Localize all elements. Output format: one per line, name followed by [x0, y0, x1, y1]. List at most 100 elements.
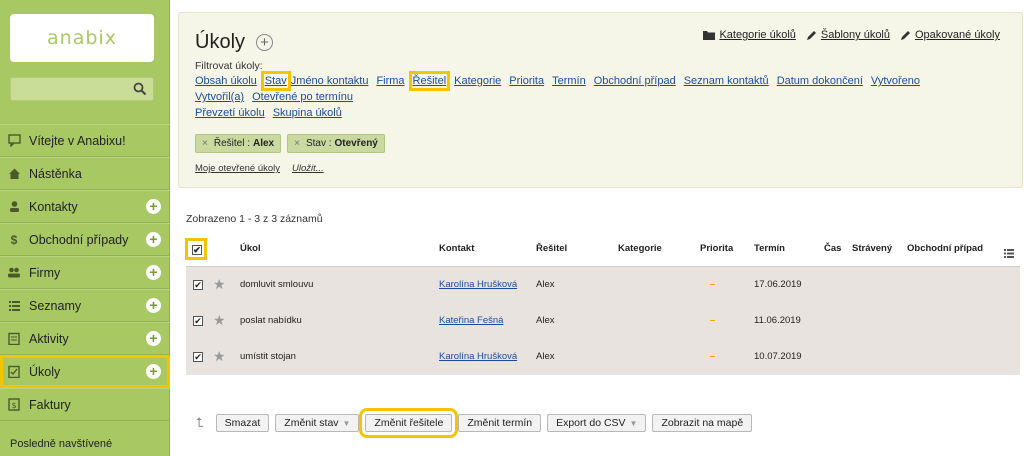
logo[interactable]: anabix: [10, 14, 154, 62]
change-due-date-button[interactable]: Změnit termín: [458, 414, 542, 432]
contact-link[interactable]: Kateřina Fešná: [439, 315, 503, 326]
chevron-down-icon: ▼: [629, 418, 638, 428]
table-row[interactable]: ✔ ★ umístit stojan Karolína Hrušková Ale…: [186, 339, 1020, 375]
change-status-button[interactable]: Změnit stav ▼: [275, 414, 360, 432]
table-row[interactable]: ✔ ★ domluvit smlouvu Karolína Hrušková A…: [186, 267, 1020, 303]
change-assignee-button[interactable]: Změnit řešitele: [359, 408, 459, 438]
saved-filter-link[interactable]: Moje otevřené úkoly: [195, 163, 280, 174]
delete-button[interactable]: Smazat: [215, 414, 270, 432]
filter-deal[interactable]: Obchodní případ: [594, 75, 676, 87]
star-icon[interactable]: ★: [213, 312, 226, 329]
priority-indicator: –: [710, 279, 716, 290]
change-status-label: Změnit stav: [284, 417, 339, 429]
column-settings-icon[interactable]: [1004, 249, 1014, 258]
sidebar-item-invoices[interactable]: $ Faktury: [0, 388, 170, 421]
task-name[interactable]: umístit stojan: [240, 351, 296, 362]
filter-created-by[interactable]: Vytvořil(a): [195, 91, 244, 103]
sidebar-item-activities[interactable]: Aktivity +: [0, 322, 170, 355]
filter-task-content[interactable]: Obsah úkolu: [195, 75, 257, 87]
add-contact-button[interactable]: +: [146, 199, 161, 214]
filter-contact-list[interactable]: Seznam kontaktů: [684, 75, 769, 87]
close-icon[interactable]: ×: [294, 138, 300, 149]
records-count: Zobrazeno 1 - 3 z 3 záznamů: [186, 213, 323, 225]
filter-due-date[interactable]: Termín: [552, 75, 586, 87]
col-assignee[interactable]: Řešitel: [536, 243, 567, 254]
select-all-checkbox[interactable]: ✔: [192, 245, 202, 255]
row-checkbox[interactable]: ✔: [193, 316, 203, 326]
filter-status[interactable]: Stav: [260, 71, 291, 91]
table-row[interactable]: ✔ ★ poslat nabídku Kateřina Fešná Alex –…: [186, 303, 1020, 339]
sidebar-item-companies[interactable]: Firmy +: [0, 256, 170, 289]
priority-indicator: –: [710, 315, 716, 326]
star-icon[interactable]: ★: [213, 348, 226, 365]
add-list-button[interactable]: +: [146, 298, 161, 313]
filter-contact-name[interactable]: Jméno kontaktu: [291, 75, 369, 87]
bulk-actions: ⮤ Smazat Změnit stav ▼ Změnit řešitele Zm…: [196, 408, 753, 438]
add-activity-button[interactable]: +: [146, 331, 161, 346]
saved-filters: Moje otevřené úkoly Uložit...: [195, 163, 324, 174]
col-category[interactable]: Kategorie: [618, 243, 662, 254]
sidebar-item-tasks[interactable]: Úkoly +: [0, 355, 170, 388]
filter-priority[interactable]: Priorita: [509, 75, 544, 87]
sidebar-item-label: Aktivity: [29, 331, 69, 346]
sidebar-item-contacts[interactable]: Kontakty +: [0, 190, 170, 223]
task-templates-link[interactable]: Šablony úkolů: [806, 29, 890, 41]
add-deal-button[interactable]: +: [146, 232, 161, 247]
add-task-circle-button[interactable]: +: [256, 34, 273, 51]
contact-link[interactable]: Karolína Hrušková: [439, 351, 517, 362]
save-filter-link[interactable]: Uložit...: [292, 163, 324, 174]
clipboard-icon: [7, 332, 21, 346]
filter-assignee[interactable]: Řešitel: [408, 71, 451, 91]
contact-link[interactable]: Karolína Hrušková: [439, 279, 517, 290]
add-task-button[interactable]: +: [146, 364, 161, 379]
sidebar-item-deals[interactable]: $ Obchodní případy +: [0, 223, 170, 256]
close-icon[interactable]: ×: [202, 138, 208, 149]
sidebar-item-label: Nástěnka: [29, 166, 82, 181]
col-time[interactable]: Čas: [824, 243, 841, 254]
task-name[interactable]: poslat nabídku: [240, 315, 302, 326]
chip-key: Řešitel :: [213, 138, 250, 149]
col-deal[interactable]: Obchodní případ: [907, 243, 983, 254]
filter-overdue-open[interactable]: Otevřené po termínu: [252, 91, 353, 103]
filter-completion-date[interactable]: Datum dokončení: [777, 75, 863, 87]
filter-company[interactable]: Firma: [376, 75, 404, 87]
sidebar-item-lists[interactable]: Seznamy +: [0, 289, 170, 322]
add-company-button[interactable]: +: [146, 265, 161, 280]
person-icon: [7, 200, 21, 214]
due-date: 10.07.2019: [754, 351, 802, 362]
row-checkbox[interactable]: ✔: [193, 352, 203, 362]
recurring-tasks-link[interactable]: Opakované úkoly: [900, 29, 1000, 41]
recent-label: Posledně navštívené: [10, 438, 113, 450]
filter-task-group[interactable]: Skupina úkolů: [273, 107, 342, 119]
col-contact[interactable]: Kontakt: [439, 243, 474, 254]
sidebar-item-welcome[interactable]: Vítejte v Anabixu!: [0, 124, 170, 157]
table-header: ✔ Úkol Kontakt Řešitel Kategorie Priorit…: [185, 236, 1020, 267]
sidebar-item-label: Obchodní případy: [29, 232, 129, 247]
priority-indicator: –: [710, 351, 716, 362]
show-on-map-button[interactable]: Zobrazit na mapě: [652, 414, 753, 432]
task-categories-link[interactable]: Kategorie úkolů: [703, 29, 796, 41]
export-csv-label: Export do CSV: [556, 417, 626, 429]
task-icon: [7, 365, 21, 379]
assignee: Alex: [536, 351, 555, 362]
filter-category[interactable]: Kategorie: [454, 75, 501, 87]
row-checkbox[interactable]: ✔: [193, 280, 203, 290]
pencil-icon: [806, 30, 816, 40]
col-due[interactable]: Termín: [754, 243, 785, 254]
sidebar-item-label: Faktury: [29, 397, 71, 412]
task-name[interactable]: domluvit smlouvu: [240, 279, 313, 290]
search-icon[interactable]: [133, 82, 147, 96]
filter-created[interactable]: Vytvořeno: [871, 75, 920, 87]
recurring-tasks-label: Opakované úkoly: [915, 29, 1000, 41]
chip-value: Alex: [252, 138, 275, 149]
sidebar-item-dashboard[interactable]: Nástěnka: [0, 157, 170, 190]
col-priority[interactable]: Priorita: [700, 243, 733, 254]
col-task[interactable]: Úkol: [240, 243, 261, 254]
assignee: Alex: [536, 315, 555, 326]
export-csv-button[interactable]: Export do CSV ▼: [547, 414, 647, 432]
filter-task-handover[interactable]: Převzetí úkolu: [195, 107, 265, 119]
star-icon[interactable]: ★: [213, 276, 226, 293]
col-spent[interactable]: Strávený: [852, 243, 892, 254]
sidebar-item-label: Seznamy: [29, 298, 82, 313]
search-input[interactable]: [10, 77, 154, 101]
